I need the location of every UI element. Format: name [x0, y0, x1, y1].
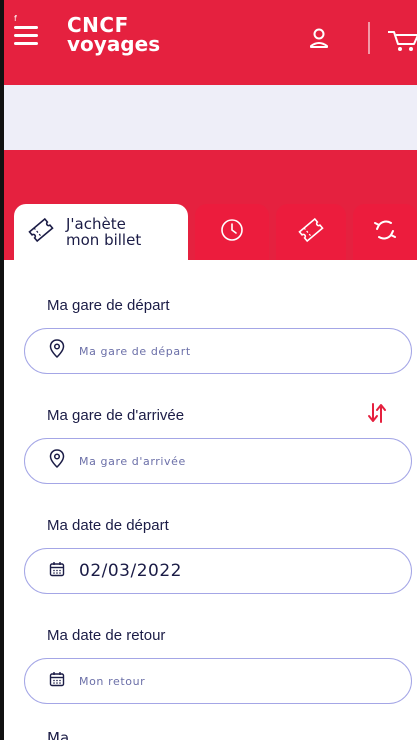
departure-station-label: Ma gare de départ: [47, 297, 170, 314]
exchange-icon: [371, 217, 399, 247]
departure-date-label: Ma date de départ: [47, 517, 169, 534]
departure-station-input[interactable]: Ma gare de départ: [24, 328, 412, 374]
location-pin-icon: [49, 449, 65, 473]
return-date-input[interactable]: Mon retour: [24, 658, 412, 704]
ticket-icon: [26, 217, 56, 247]
departure-date-value: 02/03/2022: [79, 561, 182, 581]
arrival-station-input[interactable]: Ma gare d'arrivée: [24, 438, 412, 484]
info-banner: [4, 85, 417, 150]
hamburger-menu-icon[interactable]: [14, 24, 40, 48]
cart-icon[interactable]: [380, 24, 417, 54]
logo-line2: voyages: [67, 32, 161, 56]
calendar-icon: [49, 561, 65, 581]
account-icon[interactable]: [306, 26, 332, 52]
return-date-label: Ma date de retour: [47, 627, 166, 644]
next-field-label: Ma: [47, 729, 70, 740]
return-date-placeholder: Mon retour: [79, 674, 146, 688]
location-pin-icon: [49, 339, 65, 363]
tab-buy-ticket[interactable]: J'achète mon billet: [14, 204, 188, 260]
arrival-station-label: Ma gare de d'arrivée: [47, 407, 185, 424]
tab-exchange[interactable]: [353, 204, 417, 260]
menu-caption: f: [14, 14, 17, 23]
calendar-icon: [49, 671, 65, 691]
ticket-icon: [296, 217, 326, 247]
tab-history[interactable]: [195, 204, 269, 260]
header-divider: [368, 22, 370, 54]
clock-icon: [219, 217, 245, 247]
swap-arrows-icon[interactable]: [366, 402, 388, 424]
tab-buy-ticket-label: J'achète mon billet: [66, 215, 142, 249]
window-edge: [0, 0, 4, 740]
sncf-voyages-logo[interactable]: CNCF voyages: [67, 15, 161, 56]
arrival-station-placeholder: Ma gare d'arrivée: [79, 454, 186, 468]
tab-my-tickets[interactable]: [276, 204, 346, 260]
departure-station-placeholder: Ma gare de départ: [79, 344, 191, 358]
app-header: f CNCF voyages: [4, 0, 417, 85]
departure-date-input[interactable]: 02/03/2022: [24, 548, 412, 594]
